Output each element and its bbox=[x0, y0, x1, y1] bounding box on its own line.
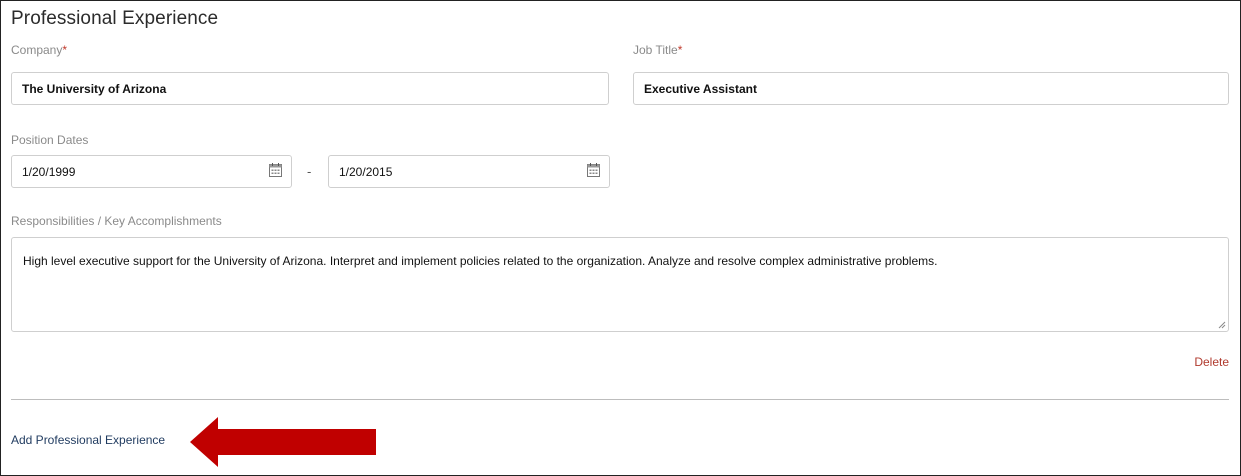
section-divider bbox=[11, 399, 1229, 400]
end-date-input[interactable]: 1/20/2015 bbox=[328, 155, 610, 188]
responsibilities-label: Responsibilities / Key Accomplishments bbox=[11, 214, 222, 228]
job-title-input[interactable]: Executive Assistant bbox=[633, 72, 1229, 105]
calendar-icon[interactable] bbox=[587, 163, 600, 177]
company-label: Company* bbox=[11, 43, 67, 57]
job-title-value: Executive Assistant bbox=[644, 81, 757, 96]
start-date-input[interactable]: 1/20/1999 bbox=[11, 155, 292, 188]
job-title-label: Job Title* bbox=[633, 43, 682, 57]
start-date-value: 1/20/1999 bbox=[22, 164, 76, 179]
arrow-left-icon bbox=[190, 417, 376, 467]
position-dates-label: Position Dates bbox=[11, 133, 89, 147]
company-value: The University of Arizona bbox=[22, 81, 167, 96]
calendar-icon[interactable] bbox=[269, 163, 282, 177]
add-professional-experience-link[interactable]: Add Professional Experience bbox=[11, 433, 165, 447]
job-title-label-text: Job Title bbox=[633, 43, 678, 57]
responsibilities-value: High level executive support for the Uni… bbox=[23, 254, 938, 268]
required-mark: * bbox=[62, 43, 68, 57]
company-input[interactable]: The University of Arizona bbox=[11, 72, 609, 105]
company-label-text: Company bbox=[11, 43, 63, 57]
required-mark: * bbox=[677, 43, 683, 57]
resize-grip-icon[interactable] bbox=[1218, 321, 1226, 329]
section-title: Professional Experience bbox=[11, 8, 219, 29]
responsibilities-textarea[interactable]: High level executive support for the Uni… bbox=[11, 237, 1229, 332]
date-separator: - bbox=[307, 164, 312, 179]
delete-link[interactable]: Delete bbox=[1194, 355, 1229, 369]
end-date-value: 1/20/2015 bbox=[339, 164, 393, 179]
